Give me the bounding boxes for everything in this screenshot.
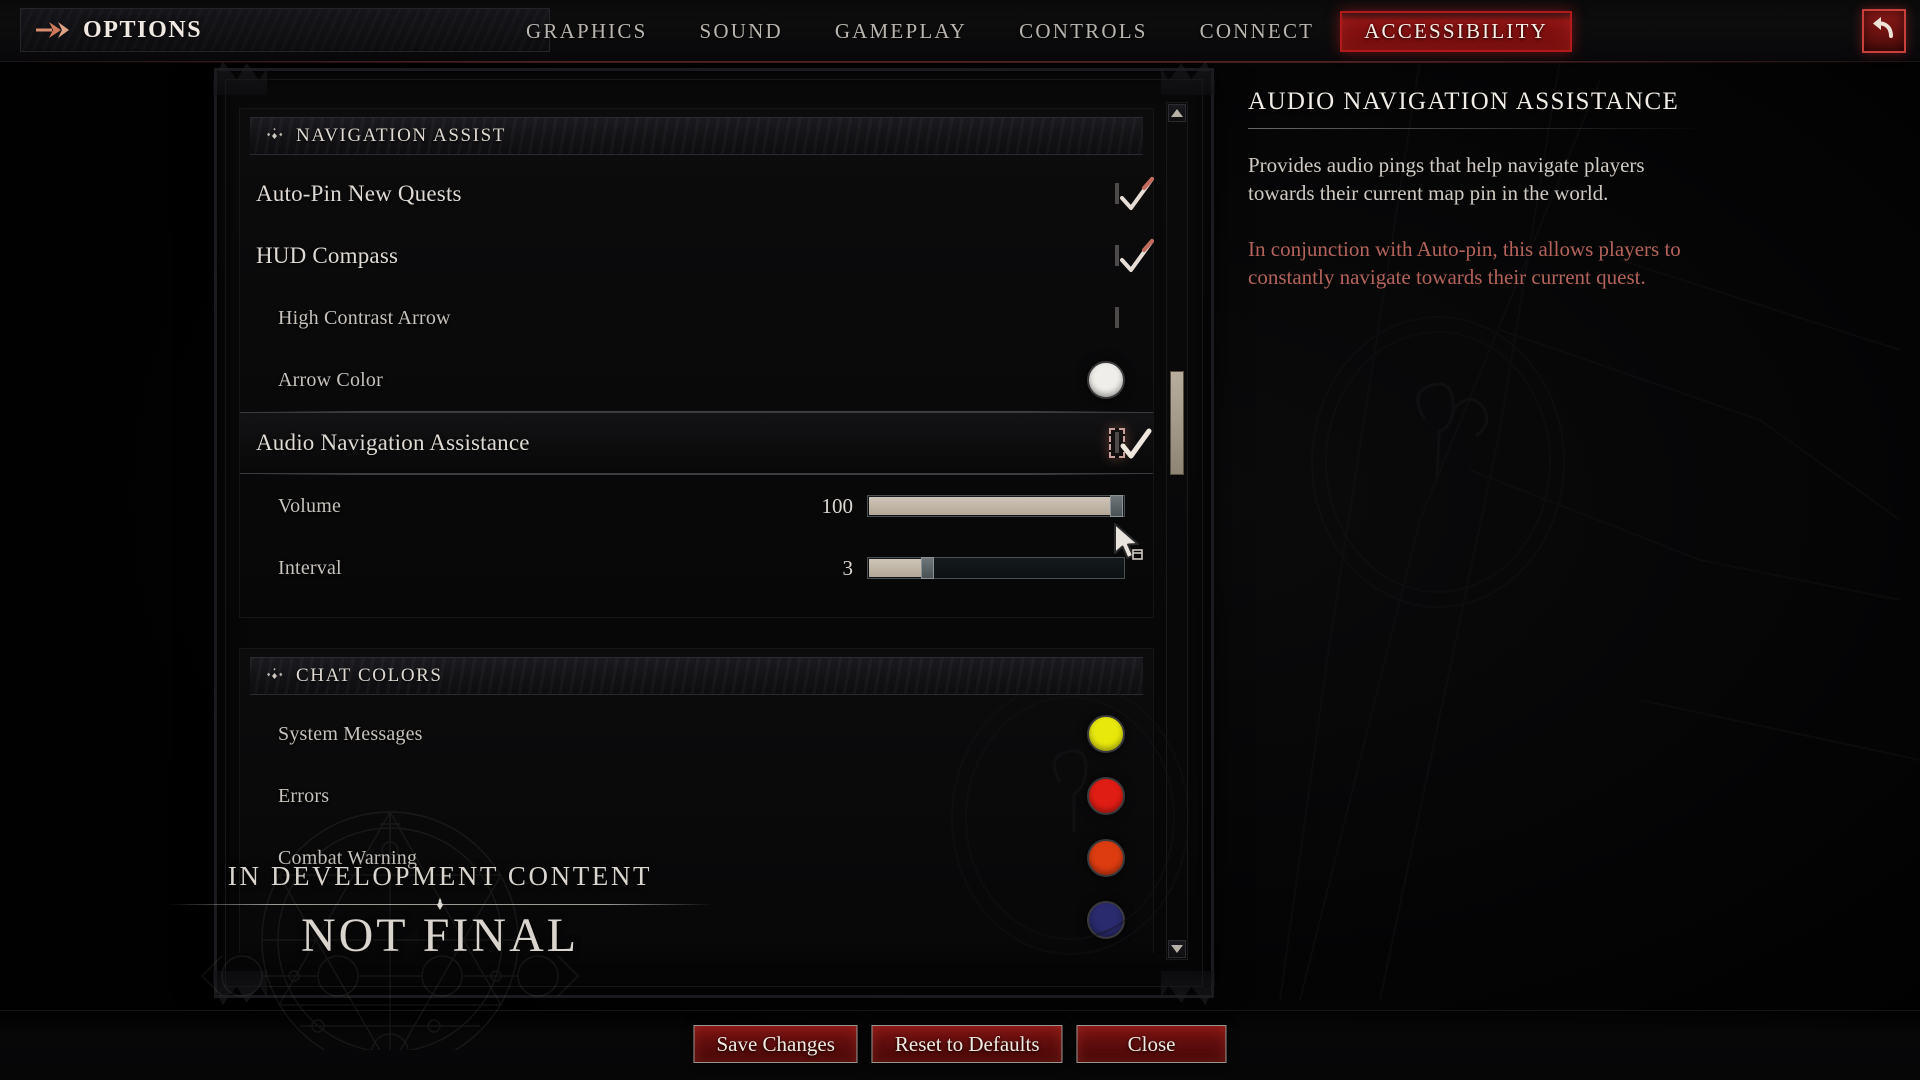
color-swatch-errors[interactable] [1087,777,1125,815]
tab-controls[interactable]: CONTROLS [993,11,1173,52]
group-header-chat-colors: CHAT COLORS [250,657,1143,695]
checkmark-icon [1114,238,1154,280]
color-swatch-partial[interactable] [1087,901,1125,939]
setting-row-hud-compass[interactable]: HUD Compass [240,225,1154,287]
settings-panel: NAVIGATION ASSIST Auto-Pin New Quests HU… [213,61,1215,998]
setting-row-errors[interactable]: Errors [240,765,1153,827]
group-header-navigation-assist: NAVIGATION ASSIST [250,117,1143,155]
setting-row-arrow-color[interactable]: Arrow Color [240,349,1153,411]
chevron-down-icon [1171,945,1183,953]
color-swatch-arrow-color[interactable] [1087,361,1125,399]
options-title-plate: OPTIONS [20,8,550,52]
save-changes-button[interactable]: Save Changes [693,1025,858,1063]
diamond-cluster-icon [266,668,284,684]
chevron-up-icon [1171,109,1183,117]
setting-row-audio-navigation-assistance[interactable]: Audio Navigation Assistance [240,412,1153,474]
slider-fill [869,559,928,577]
options-screen: OPTIONS GRAPHICS SOUND GAMEPLAY CONTROLS… [0,0,1920,1080]
settings-group-navigation-assist: NAVIGATION ASSIST Auto-Pin New Quests HU… [239,108,1154,618]
frame-corner-ornament [213,971,267,1005]
settings-scrollbar[interactable] [1166,102,1188,960]
description-body: Provides audio pings that help navigate … [1248,153,1645,205]
frame-corner-ornament [1161,61,1215,95]
tab-graphics[interactable]: GRAPHICS [500,11,673,52]
description-note: In conjunction with Auto-pin, this allow… [1248,237,1681,289]
slider-fill [869,497,1118,515]
settings-group-chat-colors: CHAT COLORS System Messages Errors Comba… [239,648,1154,953]
setting-row-auto-pin-new-quests[interactable]: Auto-Pin New Quests [240,163,1154,225]
color-swatch-combat-warning[interactable] [1087,839,1125,877]
description-title: AUDIO NAVIGATION ASSISTANCE [1248,88,1680,115]
setting-label: High Contrast Arrow [278,306,451,329]
slider-interval[interactable] [867,557,1125,579]
slider-knob[interactable] [920,557,934,579]
reset-to-defaults-button[interactable]: Reset to Defaults [871,1025,1063,1063]
tab-gameplay[interactable]: GAMEPLAY [809,11,993,52]
page-title: OPTIONS [83,16,203,43]
tab-accessibility[interactable]: ACCESSIBILITY [1340,10,1572,52]
checkbox-focus-highlight [1109,428,1152,459]
tab-connect[interactable]: CONNECT [1174,11,1341,52]
description-panel: AUDIO NAVIGATION ASSISTANCE Provides aud… [1248,88,1888,291]
settings-tabs: GRAPHICS SOUND GAMEPLAY CONTROLS CONNECT… [500,0,1572,62]
checkbox-hud-compass[interactable] [1115,239,1154,272]
setting-row-partial[interactable] [240,889,1153,951]
frame-corner-ornament [1161,971,1215,1005]
setting-label: HUD Compass [256,243,399,268]
group-title: NAVIGATION ASSIST [296,125,507,146]
setting-label: Audio Navigation Assistance [256,430,530,455]
diamond-cluster-icon [266,128,284,144]
frame-corner-ornament [213,61,267,95]
setting-row-combat-warning[interactable]: Combat Warning [240,827,1153,889]
checkbox-auto-pin-new-quests[interactable] [1115,177,1154,210]
volume-value: 100 [821,493,854,518]
checkbox-high-contrast-arrow[interactable] [1115,307,1119,328]
slider-knob[interactable] [1110,495,1124,517]
color-swatch-system-messages[interactable] [1087,715,1125,753]
scroll-down-button[interactable] [1168,940,1186,958]
double-arrow-icon [35,19,69,41]
top-navigation-bar: OPTIONS GRAPHICS SOUND GAMEPLAY CONTROLS… [0,0,1920,63]
setting-row-volume[interactable]: Volume 100 [240,475,1153,537]
interval-value: 3 [842,555,854,580]
setting-label: Combat Warning [278,846,418,869]
checkmark-icon [1114,425,1154,467]
setting-row-high-contrast-arrow[interactable]: High Contrast Arrow [240,287,1153,349]
settings-list: NAVIGATION ASSIST Auto-Pin New Quests HU… [239,108,1154,953]
slider-volume[interactable] [867,495,1125,517]
footer-button-row: Save Changes Reset to Defaults Close [693,1025,1227,1063]
setting-row-system-messages[interactable]: System Messages [240,703,1153,765]
setting-label: Arrow Color [278,368,383,391]
setting-label: Errors [278,784,330,807]
checkmark-icon [1114,176,1154,218]
close-button[interactable]: Close [1076,1025,1227,1063]
setting-label: Volume [278,494,342,517]
setting-row-interval[interactable]: Interval 3 [240,537,1153,599]
back-arrow-icon [1871,16,1897,47]
setting-label: System Messages [278,722,423,745]
back-button[interactable] [1862,9,1906,53]
checkbox-audio-navigation-assistance[interactable] [1115,428,1152,459]
scroll-up-button[interactable] [1168,104,1186,122]
description-divider [1248,128,1708,129]
scrollbar-thumb[interactable] [1170,371,1184,475]
tab-sound[interactable]: SOUND [673,11,808,52]
setting-label: Auto-Pin New Quests [256,181,462,206]
group-title: CHAT COLORS [296,665,443,686]
footer-bar: Save Changes Reset to Defaults Close [0,1010,1920,1080]
setting-label: Interval [278,556,342,579]
